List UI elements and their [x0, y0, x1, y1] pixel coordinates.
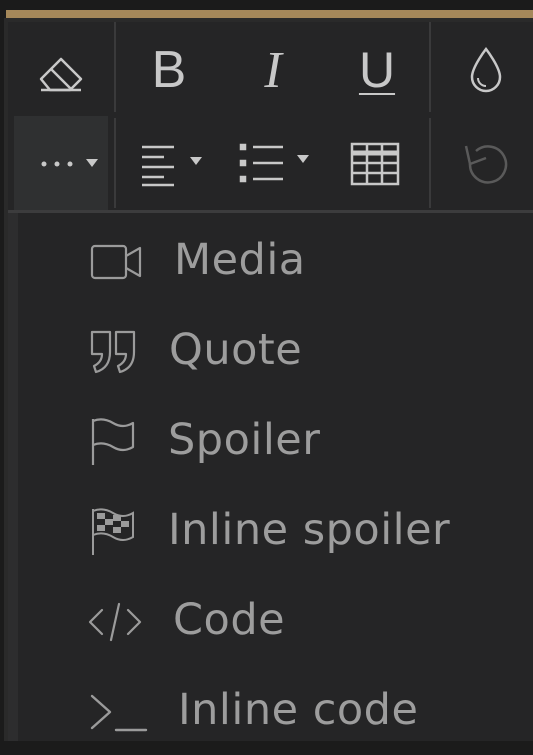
clear-formatting-button[interactable] [22, 30, 100, 110]
list-icon [239, 143, 309, 183]
ellipsis-icon [41, 159, 98, 167]
underline-button[interactable]: U [336, 30, 418, 110]
align-left-icon [142, 145, 202, 187]
toolbar-separator [429, 118, 431, 208]
menu-item-label: Spoiler [168, 415, 321, 465]
menu-item-inline-spoiler[interactable]: Inline spoiler [18, 485, 533, 575]
menu-item-inline-code[interactable]: Inline code [18, 665, 533, 755]
undo-button[interactable] [446, 118, 526, 210]
eraser-icon [39, 57, 83, 92]
editor-accent-bar [6, 10, 533, 18]
bold-button[interactable]: B [128, 30, 210, 110]
menu-item-label: Inline spoiler [168, 505, 451, 555]
text-color-button[interactable] [446, 30, 526, 110]
toolbar-separator [429, 22, 431, 112]
menu-item-label: Media [174, 235, 306, 285]
undo-icon [464, 145, 508, 184]
italic-icon: I [264, 41, 282, 99]
list-button[interactable] [232, 118, 322, 210]
chevron-down-icon [86, 159, 98, 167]
droplet-icon [470, 46, 502, 93]
insert-dropdown-menu: Media Quote Spoiler Inline spoiler Code … [18, 213, 533, 741]
toolbar-separator [114, 22, 116, 112]
table-icon [350, 142, 400, 186]
menu-item-media[interactable]: Media [18, 215, 533, 305]
table-button[interactable] [336, 118, 414, 210]
more-options-button[interactable] [14, 116, 108, 212]
code-icon [88, 599, 142, 645]
menu-item-quote[interactable]: Quote [18, 305, 533, 395]
bold-icon: B [151, 41, 187, 99]
menu-item-spoiler[interactable]: Spoiler [18, 395, 533, 485]
checkered-flag-icon [88, 505, 138, 559]
dropdown-edge [8, 213, 18, 741]
italic-button[interactable]: I [232, 30, 314, 110]
align-button[interactable] [130, 118, 218, 210]
terminal-icon [88, 689, 150, 735]
underline-icon: U [358, 42, 396, 98]
menu-item-label: Quote [169, 325, 303, 375]
flag-icon [88, 415, 138, 469]
quote-icon [88, 327, 138, 377]
toolbar-separator [114, 118, 116, 208]
video-icon [90, 235, 144, 289]
menu-item-code[interactable]: Code [18, 575, 533, 665]
menu-item-label: Inline code [178, 685, 419, 735]
menu-item-label: Code [173, 595, 286, 645]
